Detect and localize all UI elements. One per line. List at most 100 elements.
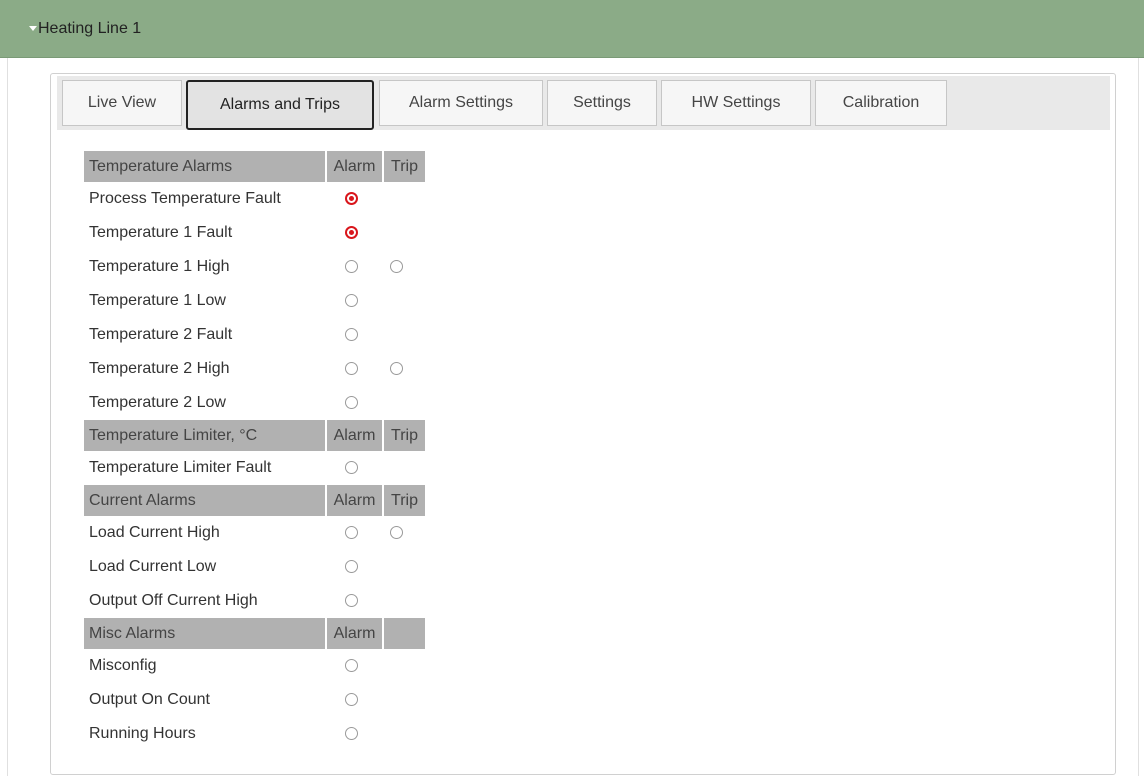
alarm-label: Load Current Low <box>89 558 217 575</box>
trip-cell <box>383 216 425 250</box>
inactive-radio-icon[interactable] <box>345 727 358 741</box>
trip-column-header <box>382 618 425 649</box>
inactive-radio-icon[interactable] <box>345 328 358 342</box>
tab-alarm-settings[interactable]: Alarm Settings <box>379 80 543 126</box>
group-title: Current Alarms <box>84 485 326 516</box>
tab-hw-settings[interactable]: HW Settings <box>661 80 811 126</box>
alarm-label: Temperature 1 Low <box>89 292 226 309</box>
alarm-row: Misconfig <box>84 649 425 683</box>
inactive-radio-icon[interactable] <box>345 560 358 574</box>
trip-cell <box>383 451 425 485</box>
alarm-label: Load Current High <box>89 524 220 541</box>
alarm-label: Misconfig <box>89 657 157 674</box>
alarm-row: Temperature 1 Fault <box>84 216 425 250</box>
alarm-label: Temperature 2 High <box>89 360 230 377</box>
alarm-row: Output On Count <box>84 683 425 717</box>
alarm-label: Temperature 2 Fault <box>89 326 233 343</box>
group-title: Misc Alarms <box>84 618 326 649</box>
alarm-label: Temperature 1 Fault <box>89 224 233 241</box>
tab-label: Live View <box>87 94 157 111</box>
trip-cell <box>383 584 425 618</box>
tab-live-view[interactable]: Live View <box>62 80 182 126</box>
alarm-cell <box>326 649 383 683</box>
inactive-radio-icon[interactable] <box>345 461 358 475</box>
trip-cell <box>383 250 425 284</box>
alarm-label: Output On Count <box>89 691 210 708</box>
collapse-caret-icon[interactable] <box>29 26 37 31</box>
inactive-radio-icon[interactable] <box>389 362 403 376</box>
alarm-cell <box>326 584 383 618</box>
active-radio-icon[interactable] <box>345 226 358 240</box>
trip-cell <box>383 683 425 717</box>
inactive-radio-icon[interactable] <box>389 526 403 540</box>
alarm-row: Temperature 2 Fault <box>84 318 425 352</box>
alarm-cell <box>326 550 383 584</box>
alarm-column-header: Alarm <box>325 485 383 516</box>
alarm-row: Output Off Current High <box>84 584 425 618</box>
alarm-row: Temperature 1 High <box>84 250 425 284</box>
group-title: Temperature Limiter, °C <box>84 420 326 451</box>
alarm-row: Temperature 1 Low <box>84 284 425 318</box>
trip-column-header: Trip <box>382 151 425 182</box>
alarm-column-header: Alarm <box>325 420 383 451</box>
trip-cell <box>383 516 425 550</box>
alarms-table: Temperature Alarms Alarm Trip Process Tempe… <box>84 151 425 751</box>
alarm-row: Load Current Low <box>84 550 425 584</box>
tab-label: Alarms and Trips <box>219 96 341 113</box>
tab-label: Settings <box>573 94 631 111</box>
tab-label: HW Settings <box>691 94 781 111</box>
inactive-radio-icon[interactable] <box>345 294 358 308</box>
panel-header[interactable]: Heating Line 1 <box>0 0 1144 58</box>
alarm-cell <box>326 352 383 386</box>
tab-label: Alarm Settings <box>408 94 514 111</box>
alarm-row: Running Hours <box>84 717 425 751</box>
tab-settings[interactable]: Settings <box>547 80 657 126</box>
alarm-cell <box>326 451 383 485</box>
inactive-radio-icon[interactable] <box>345 526 358 540</box>
alarm-label: Temperature Limiter Fault <box>89 459 272 476</box>
tab-label: Calibration <box>842 94 920 111</box>
group-header: Temperature Alarms Alarm Trip <box>84 151 425 182</box>
alarm-row: Temperature 2 Low <box>84 386 425 420</box>
alarm-cell <box>326 250 383 284</box>
inactive-radio-icon[interactable] <box>345 396 358 410</box>
alarm-cell <box>326 516 383 550</box>
tab-bar: Live View Alarms and Trips Alarm Setting… <box>57 76 1110 130</box>
alarm-cell <box>326 717 383 751</box>
tab-alarms-and-trips[interactable]: Alarms and Trips <box>186 80 374 130</box>
alarm-cell <box>326 683 383 717</box>
trip-column-header: Trip <box>382 420 425 451</box>
inactive-radio-icon[interactable] <box>389 260 403 274</box>
alarm-column-header: Alarm <box>325 618 383 649</box>
trip-column-header: Trip <box>382 485 425 516</box>
alarm-cell <box>326 386 383 420</box>
alarm-row: Temperature 2 High <box>84 352 425 386</box>
tab-calibration[interactable]: Calibration <box>815 80 947 126</box>
inactive-radio-icon[interactable] <box>345 594 358 608</box>
group-header: Temperature Limiter, °C Alarm Trip <box>84 420 425 451</box>
group-header: Misc Alarms Alarm <box>84 618 425 649</box>
inactive-radio-icon[interactable] <box>345 362 358 376</box>
trip-cell <box>383 649 425 683</box>
alarm-row: Load Current High <box>84 516 425 550</box>
trip-cell <box>383 550 425 584</box>
alarms-grid: Temperature Alarms Alarm Trip Process Tempe… <box>84 151 425 751</box>
alarm-cell <box>326 284 383 318</box>
trip-cell <box>383 386 425 420</box>
trip-cell <box>383 318 425 352</box>
alarm-row: Process Temperature Fault <box>84 182 425 216</box>
alarm-label: Output Off Current High <box>89 592 258 609</box>
alarm-cell <box>326 216 383 250</box>
inactive-radio-icon[interactable] <box>345 693 358 707</box>
active-radio-icon[interactable] <box>345 192 358 206</box>
alarm-cell <box>326 318 383 352</box>
group-title: Temperature Alarms <box>84 151 326 182</box>
inactive-radio-icon[interactable] <box>345 659 358 673</box>
panel-title: Heating Line 1 <box>38 20 142 37</box>
alarm-column-header: Alarm <box>325 151 383 182</box>
inactive-radio-icon[interactable] <box>345 260 358 274</box>
alarm-label: Temperature 2 Low <box>89 394 226 411</box>
alarm-label: Process Temperature Fault <box>89 190 281 207</box>
alarm-label: Temperature 1 High <box>89 258 230 275</box>
alarm-row: Temperature Limiter Fault <box>84 451 425 485</box>
